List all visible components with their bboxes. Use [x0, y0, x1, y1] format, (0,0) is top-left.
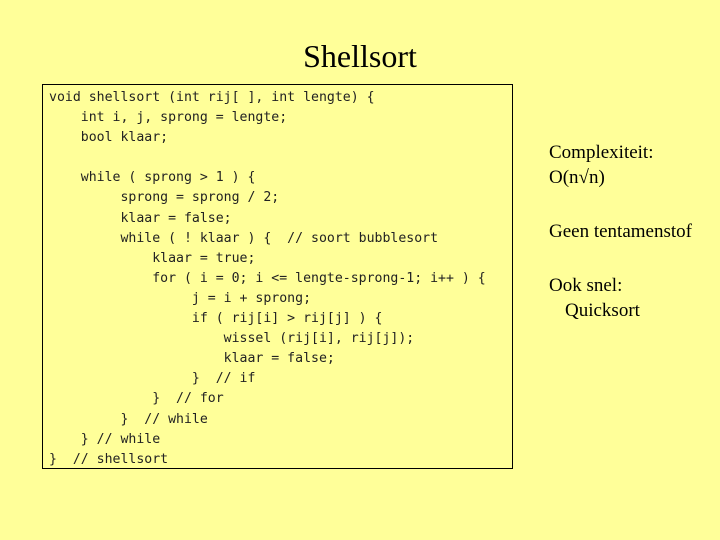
complexity-label: Complexiteit: — [549, 142, 654, 163]
code-line: while ( ! klaar ) { // soort bubblesort — [49, 230, 439, 246]
code-line: klaar = false; — [49, 351, 335, 367]
also-fast-label: Ook snel: — [549, 275, 623, 296]
code-listing: void shellsort (int rij[ ], int lengte) … — [49, 88, 486, 470]
complexity-value: O(n√n) — [549, 167, 605, 188]
code-line: wissel (rij[i], rij[j]); — [49, 331, 415, 347]
code-line: void shellsort (int rij[ ], int lengte) … — [49, 90, 375, 105]
code-line: j = i + sprong; — [49, 290, 312, 306]
code-line: while ( sprong > 1 ) { — [49, 170, 256, 186]
code-line: } // while — [49, 411, 208, 427]
code-line: } // if — [49, 371, 256, 387]
slide-title: Shellsort — [303, 38, 417, 74]
code-line: if ( rij[i] > rij[j] ) { — [49, 311, 383, 327]
code-line: for ( i = 0; i <= lengte-sprong-1; i++ )… — [49, 270, 486, 286]
exam-note: Geen tentamenstof — [549, 221, 692, 242]
code-line: } // while — [49, 431, 161, 447]
code-line: } // shellsort — [49, 451, 169, 467]
code-line: klaar = false; — [49, 210, 232, 226]
code-line: bool klaar; — [49, 130, 169, 146]
side-notes: Complexiteit: O(n√n) Geen tentamenstof O… — [549, 140, 692, 323]
code-line: sprong = sprong / 2; — [49, 190, 280, 206]
also-fast-value: Quicksort — [565, 300, 640, 321]
code-line: int i, j, sprong = lengte; — [49, 110, 288, 126]
code-line: klaar = true; — [49, 250, 256, 266]
code-line: } // for — [49, 391, 224, 407]
code-box: void shellsort (int rij[ ], int lengte) … — [42, 84, 513, 469]
